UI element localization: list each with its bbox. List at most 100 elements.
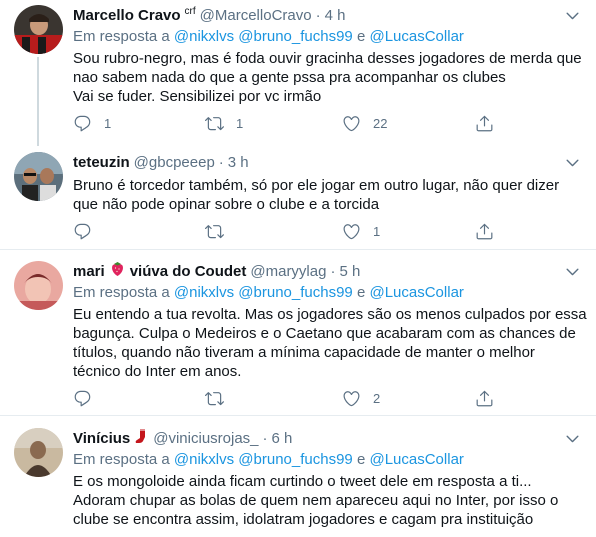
mention-link[interactable]: @nikxlvs xyxy=(174,28,234,45)
handle[interactable]: @MarcelloCravo xyxy=(200,7,312,24)
like-count: 2 xyxy=(373,391,381,406)
like-button[interactable]: 2 xyxy=(342,389,380,408)
display-name[interactable]: teteuzin xyxy=(73,154,130,171)
caret-down-icon[interactable] xyxy=(562,428,582,448)
reply-and: e xyxy=(356,284,366,301)
retweet-button[interactable]: 1 xyxy=(205,114,243,133)
like-count: 1 xyxy=(373,224,381,239)
mention-link[interactable]: @bruno_fuchs99 xyxy=(238,28,352,45)
mention-link[interactable]: @bruno_fuchs99 xyxy=(238,284,352,301)
separator: · xyxy=(315,6,321,24)
tweet-text-line: Eu entendo a tua revolta. Mas os jogador… xyxy=(73,306,587,323)
tweet-text: Bruno é torcedor também, só por ele joga… xyxy=(73,176,582,214)
tweet[interactable]: mari viúva do Coudet @maryylag · 5 h Em … xyxy=(0,250,596,415)
reply-context: Em resposta a @nikxlvs @bruno_fuchs99 e … xyxy=(73,283,582,303)
separator: · xyxy=(330,262,336,280)
separator: · xyxy=(262,429,268,447)
retweet-button[interactable] xyxy=(205,222,236,241)
share-icon xyxy=(475,389,494,408)
tweet-text-line: clube se encontra assim, idolatram jogad… xyxy=(73,511,534,528)
mention-link[interactable]: @bruno_fuchs99 xyxy=(238,451,352,468)
avatar[interactable] xyxy=(14,5,63,54)
handle[interactable]: @maryylag xyxy=(250,263,326,280)
like-button[interactable]: 22 xyxy=(342,114,387,133)
share-button[interactable] xyxy=(475,222,494,241)
reply-and: e xyxy=(356,28,366,45)
tweet-text: Sou rubro-negro, mas é foda ouvir gracin… xyxy=(73,49,582,106)
reply-button[interactable] xyxy=(73,389,104,408)
share-icon xyxy=(475,222,494,241)
like-icon xyxy=(342,222,361,241)
caret-down-icon[interactable] xyxy=(562,261,582,281)
strawberry-icon xyxy=(110,261,125,281)
share-button[interactable] xyxy=(475,114,494,133)
caret-down-icon[interactable] xyxy=(562,5,582,25)
avatar[interactable] xyxy=(14,261,63,310)
timestamp[interactable]: 4 h xyxy=(325,7,346,24)
avatar[interactable] xyxy=(14,428,63,477)
handle[interactable]: @viniciusrojas_ xyxy=(153,430,258,447)
tweet-text-line: Sou rubro-negro, mas é foda ouvir gracin… xyxy=(73,50,582,67)
timestamp[interactable]: 6 h xyxy=(272,430,293,447)
display-name[interactable]: mari xyxy=(73,263,105,280)
mention-link[interactable]: @LucasCollar xyxy=(369,28,463,45)
reply-icon xyxy=(73,389,92,408)
tweet-text-line: títulos, quando não tiveram a mínima cap… xyxy=(73,344,535,361)
like-icon xyxy=(342,114,361,133)
mention-link[interactable]: @LucasCollar xyxy=(369,451,463,468)
tweet-text-line: nao sabem nada do que a gente pssa pra a… xyxy=(73,69,506,86)
tweet-text-line: Vai se fuder. Sensibilizei por vc irmão xyxy=(73,88,322,105)
reply-label: Em resposta a xyxy=(73,284,170,301)
reply-button[interactable] xyxy=(73,222,104,241)
tweet-text-line: Adoram chupar as bolas de quem nem apare… xyxy=(73,492,559,509)
reply-button[interactable]: 1 xyxy=(73,114,111,133)
like-button[interactable]: 1 xyxy=(342,222,380,241)
tweet-text: E os mongoloide ainda ficam curtindo o t… xyxy=(73,472,582,529)
tweet-header: Marcello Cravo crf @MarcelloCravo · 4 h xyxy=(73,5,582,25)
retweet-icon xyxy=(205,389,224,408)
retweet-icon xyxy=(205,222,224,241)
tweet-header: teteuzin @gbcpeeep · 3 h xyxy=(73,152,582,172)
retweet-count: 1 xyxy=(236,116,244,131)
display-name[interactable]: Vinícius xyxy=(73,430,130,447)
retweet-icon xyxy=(205,114,224,133)
mention-link[interactable]: @nikxlvs xyxy=(174,451,234,468)
tweet-header: Vinícius @viniciusrojas_ · 6 h xyxy=(73,428,582,448)
timestamp[interactable]: 5 h xyxy=(339,263,360,280)
share-icon xyxy=(475,114,494,133)
thread-line xyxy=(37,57,39,146)
separator: · xyxy=(218,153,224,171)
reply-count: 1 xyxy=(104,116,112,131)
like-icon xyxy=(342,389,361,408)
tweet-text-line: Bruno é torcedor também, só por ele joga… xyxy=(73,177,560,194)
tweet[interactable]: teteuzin @gbcpeeep · 3 h Bruno é torcedo… xyxy=(0,146,596,249)
reply-context: Em resposta a @nikxlvs @bruno_fuchs99 e … xyxy=(73,27,582,47)
avatar[interactable] xyxy=(14,152,63,201)
name-badge: crf xyxy=(184,5,196,17)
share-button[interactable] xyxy=(475,389,494,408)
reply-icon xyxy=(73,222,92,241)
handle[interactable]: @gbcpeeep xyxy=(134,154,215,171)
reply-and: e xyxy=(356,451,366,468)
timestamp[interactable]: 3 h xyxy=(228,154,249,171)
tweet-text-line: E os mongoloide ainda ficam curtindo o t… xyxy=(73,473,532,490)
reply-label: Em resposta a xyxy=(73,451,170,468)
mention-link[interactable]: @LucasCollar xyxy=(369,284,463,301)
tweet[interactable]: Vinícius @viniciusrojas_ · 6 h Em respos… xyxy=(0,416,596,537)
tweet-text-line: técnico do Inter em anos. xyxy=(73,363,242,380)
display-name-suffix[interactable]: viúva do Coudet xyxy=(130,263,247,280)
tweet-text-line: que não pode opinar sobre o clube e a to… xyxy=(73,196,380,213)
reply-label: Em resposta a xyxy=(73,28,170,45)
retweet-button[interactable] xyxy=(205,389,236,408)
display-name[interactable]: Marcello Cravo xyxy=(73,7,181,24)
reply-icon xyxy=(73,114,92,133)
mention-link[interactable]: @nikxlvs xyxy=(174,284,234,301)
like-count: 22 xyxy=(373,116,388,131)
caret-down-icon[interactable] xyxy=(562,152,582,172)
reply-context: Em resposta a @nikxlvs @bruno_fuchs99 e … xyxy=(73,450,582,470)
tweet-text-line: bagunça. Culpa o Medeiros e o Caetano qu… xyxy=(73,325,576,342)
tweet-header: mari viúva do Coudet @maryylag · 5 h xyxy=(73,261,582,281)
tweet[interactable]: Marcello Cravo crf @MarcelloCravo · 4 h … xyxy=(0,0,596,146)
red-sock-icon xyxy=(135,428,149,448)
tweet-text: Eu entendo a tua revolta. Mas os jogador… xyxy=(73,305,587,381)
